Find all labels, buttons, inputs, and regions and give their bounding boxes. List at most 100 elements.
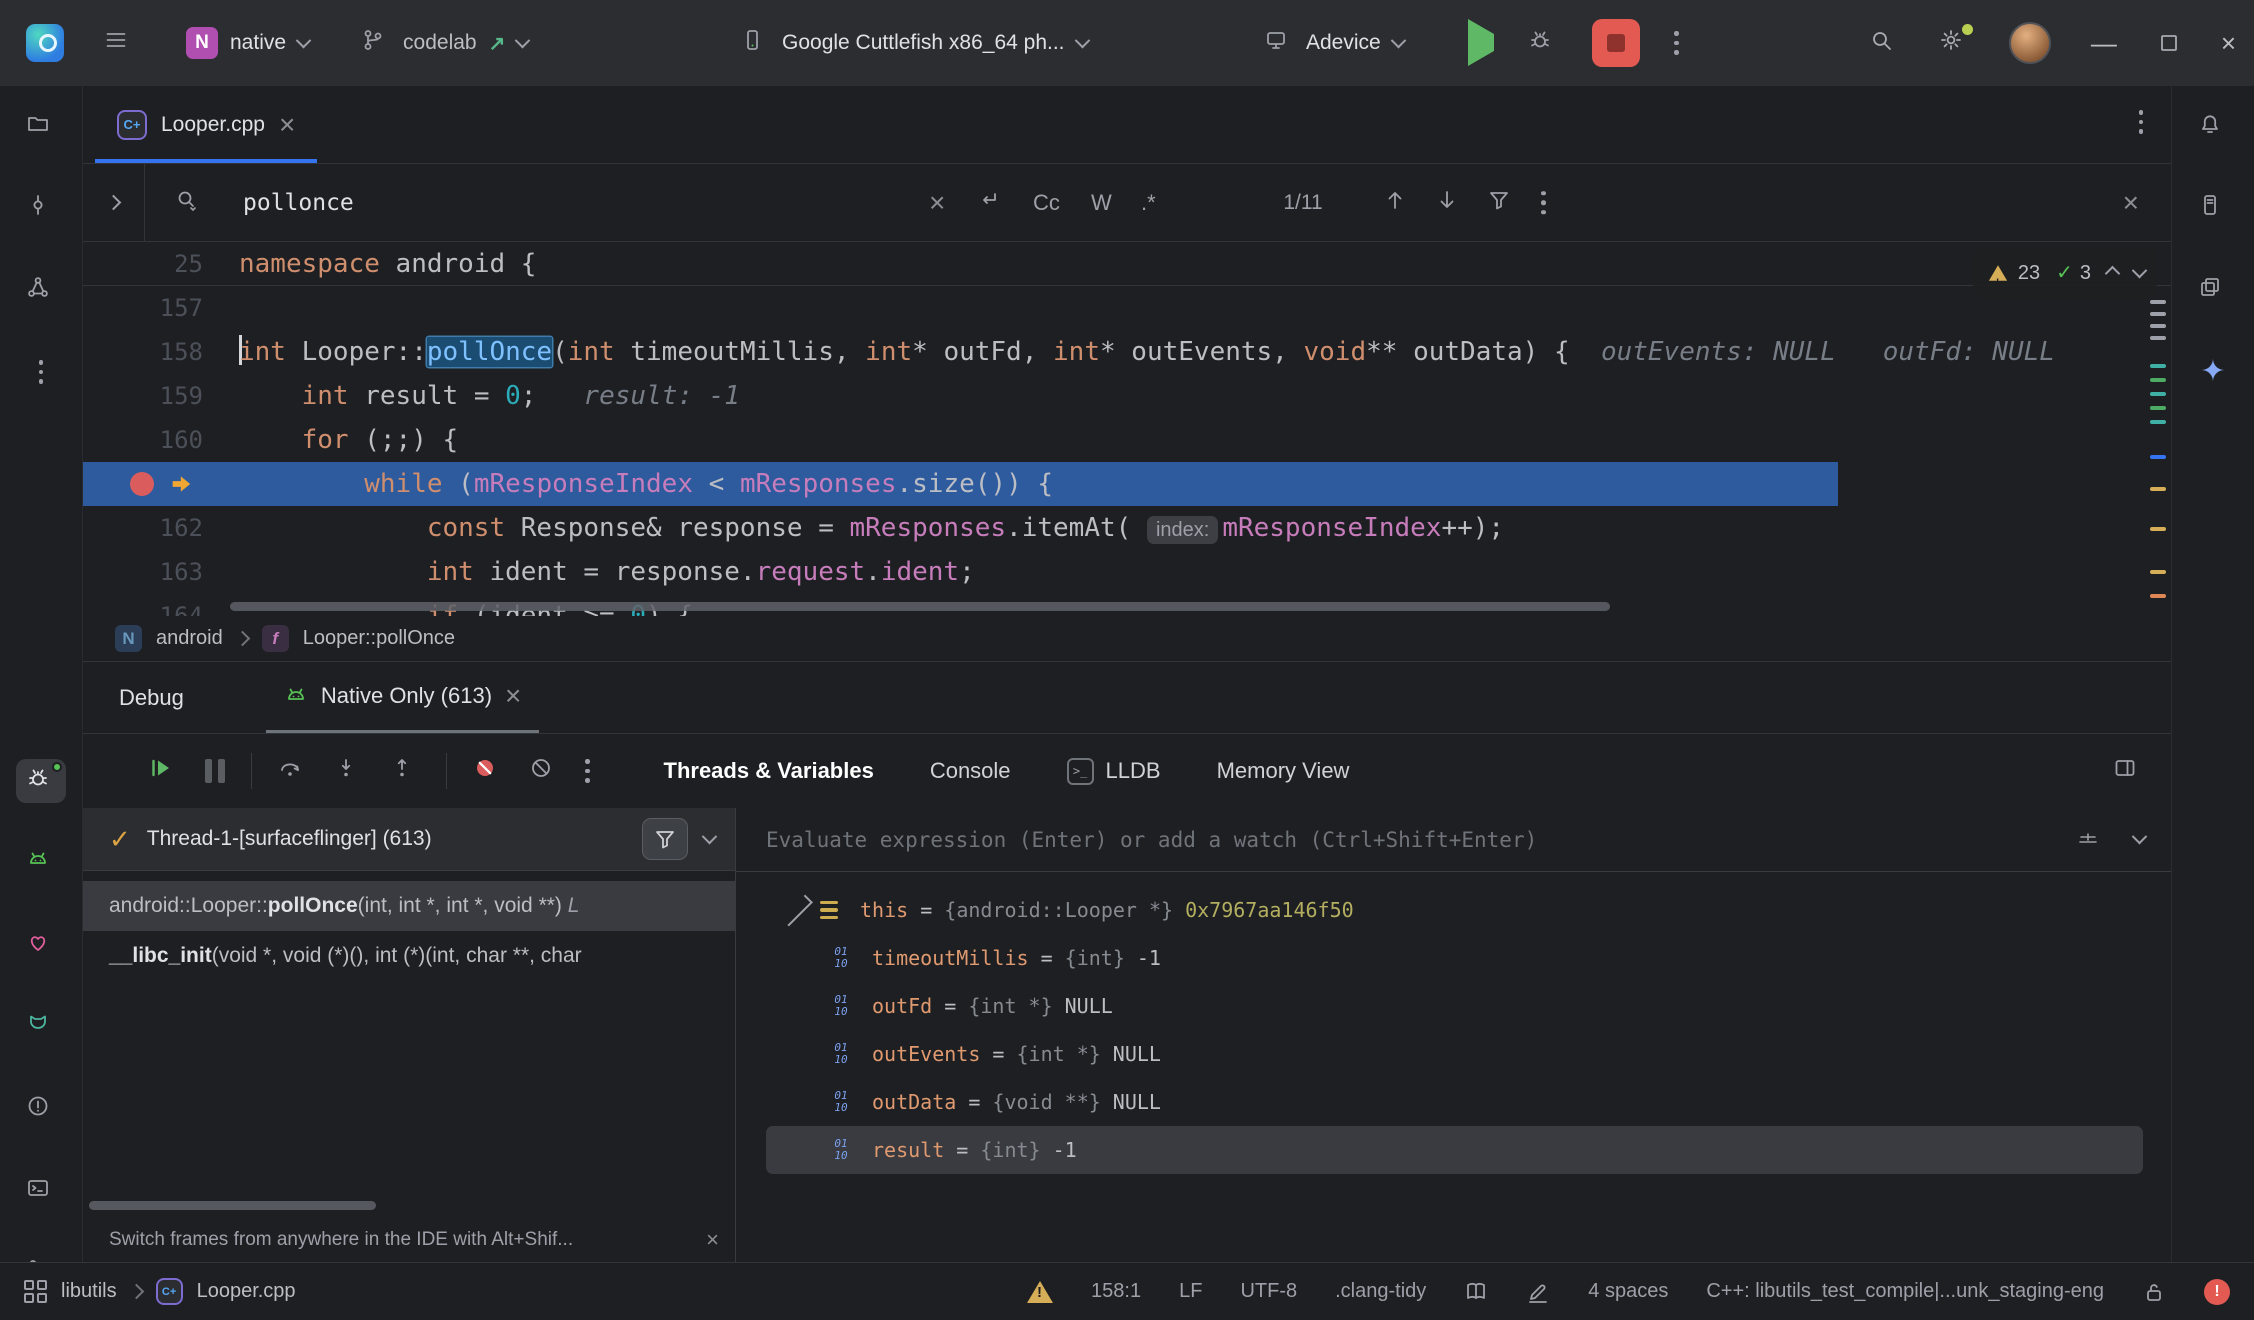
code-line[interactable]: 159 int result = 0; result: -1 bbox=[83, 374, 2171, 418]
line-number[interactable]: 157 bbox=[83, 286, 203, 330]
expand-chevron-icon[interactable] bbox=[781, 894, 813, 926]
main-menu-button[interactable] bbox=[92, 17, 146, 69]
layout-inspector-button[interactable] bbox=[2188, 268, 2238, 312]
variable-row[interactable]: 0110 timeoutMillis = {int}-1 bbox=[736, 934, 2171, 982]
code-line[interactable]: 162 const Response& response = mResponse… bbox=[83, 506, 2171, 550]
reader-mode-icon[interactable] bbox=[1464, 1280, 1488, 1304]
line-separator[interactable]: LF bbox=[1179, 1280, 1202, 1303]
search-mode-button[interactable] bbox=[175, 188, 205, 218]
lock-open-icon[interactable] bbox=[2142, 1280, 2166, 1304]
step-into-button[interactable] bbox=[334, 756, 364, 786]
next-match-button[interactable] bbox=[1435, 188, 1465, 218]
line-number[interactable]: 160 bbox=[83, 418, 203, 462]
line-number[interactable]: 158 bbox=[83, 330, 203, 374]
error-indicator-icon[interactable]: ! bbox=[2204, 1279, 2230, 1305]
tab-close-icon[interactable]: × bbox=[279, 111, 295, 139]
horizontal-scrollbar[interactable] bbox=[230, 602, 1610, 611]
step-out-button[interactable] bbox=[390, 756, 420, 786]
tab-threads-variables[interactable]: Threads & Variables bbox=[664, 758, 874, 784]
clang-tidy[interactable]: .clang-tidy bbox=[1335, 1280, 1426, 1303]
frames-horizontal-scrollbar[interactable] bbox=[89, 1201, 376, 1210]
whole-words-toggle[interactable]: W bbox=[1091, 190, 1112, 216]
previous-match-button[interactable] bbox=[1383, 188, 1413, 218]
evaluate-expression-bar[interactable]: Evaluate expression (Enter) or add a wat… bbox=[736, 808, 2171, 872]
avatar[interactable] bbox=[2009, 22, 2051, 64]
more-actions-button[interactable] bbox=[1674, 31, 1679, 55]
more-toolwindows-button[interactable] bbox=[16, 350, 66, 394]
search-more-button[interactable] bbox=[1541, 191, 1546, 215]
error-stripe[interactable] bbox=[2145, 242, 2171, 616]
tab-lldb[interactable]: >_LLDB bbox=[1067, 758, 1161, 785]
resume-button[interactable] bbox=[149, 756, 179, 786]
inspections-widget[interactable]: 23 ✓3 bbox=[1973, 247, 2157, 299]
search-expand-button[interactable] bbox=[83, 164, 145, 241]
toolchain-info[interactable]: C++: libutils_test_compile|...unk_stagin… bbox=[1706, 1280, 2104, 1303]
debug-more-button[interactable] bbox=[585, 759, 590, 783]
minimize-button[interactable]: — bbox=[2091, 28, 2117, 59]
search-close-icon[interactable]: × bbox=[2123, 189, 2139, 217]
warning-icon[interactable] bbox=[1027, 1281, 1053, 1303]
line-number[interactable]: 159 bbox=[83, 374, 203, 418]
notifications-button[interactable] bbox=[2188, 104, 2238, 148]
close-button[interactable]: × bbox=[2221, 28, 2236, 59]
stop-button[interactable] bbox=[1592, 19, 1640, 67]
execution-line[interactable]: while (mResponseIndex < mResponses.size(… bbox=[83, 462, 2171, 506]
line-number[interactable]: 25 bbox=[83, 242, 203, 285]
terminal-toolwindow-button[interactable] bbox=[16, 1169, 66, 1213]
breadcrumb-item[interactable]: android bbox=[156, 627, 223, 650]
frame-row[interactable]: __libc_init(void *, void (*)(), int (*)(… bbox=[83, 931, 735, 981]
view-breakpoints-button[interactable] bbox=[529, 756, 559, 786]
app-quality-insights-toolwindow-button[interactable] bbox=[16, 923, 66, 967]
line-number[interactable]: 163 bbox=[83, 550, 203, 594]
run-button[interactable] bbox=[1468, 34, 1494, 52]
device-selector[interactable]: Google Cuttlefish x86_64 ph... bbox=[728, 17, 1100, 69]
code-line[interactable]: 158int Looper::pollOnce(int timeoutMilli… bbox=[83, 330, 2171, 374]
tab-memory-view[interactable]: Memory View bbox=[1217, 758, 1350, 784]
caret-position[interactable]: 158:1 bbox=[1091, 1280, 1141, 1303]
frames-filter-button[interactable] bbox=[642, 818, 688, 860]
variable-row-selected[interactable]: 0110 result = {int}-1 bbox=[766, 1126, 2143, 1174]
session-close-icon[interactable]: × bbox=[505, 682, 521, 710]
code-line[interactable]: 160 for (;;) { bbox=[83, 418, 2171, 462]
device-explorer-button[interactable] bbox=[2188, 186, 2238, 230]
debug-button[interactable] bbox=[1528, 28, 1558, 58]
code-line[interactable]: 163 int ident = response.request.ident; bbox=[83, 550, 2171, 594]
run-config-selector[interactable]: Adevice bbox=[1252, 17, 1416, 69]
chevron-down-icon[interactable] bbox=[2132, 829, 2148, 845]
step-over-button[interactable] bbox=[278, 756, 308, 786]
commit-toolwindow-button[interactable] bbox=[16, 186, 66, 230]
layout-settings-button[interactable] bbox=[2113, 756, 2143, 786]
add-watch-icon[interactable] bbox=[2076, 825, 2106, 855]
tab-console[interactable]: Console bbox=[930, 758, 1011, 784]
chevron-down-icon[interactable] bbox=[702, 828, 718, 844]
gemini-button[interactable]: ✦ bbox=[2188, 350, 2238, 394]
line-number[interactable]: 164 bbox=[83, 594, 203, 616]
indent-setting[interactable]: 4 spaces bbox=[1588, 1280, 1668, 1303]
sticky-code-line[interactable]: 25namespace android { 23 ✓3 bbox=[83, 242, 2171, 286]
hint-close-icon[interactable]: × bbox=[706, 1229, 719, 1251]
structure-toolwindow-button[interactable] bbox=[16, 268, 66, 312]
settings-button[interactable] bbox=[1939, 28, 1969, 58]
status-module[interactable]: libutils bbox=[61, 1280, 117, 1303]
status-file[interactable]: Looper.cpp bbox=[197, 1280, 296, 1303]
search-query-input[interactable]: pollonce bbox=[243, 190, 354, 216]
prev-problem-icon[interactable] bbox=[2105, 265, 2121, 281]
problems-toolwindow-button[interactable] bbox=[16, 1087, 66, 1131]
vcs-branch-selector[interactable]: codelab ↗ bbox=[349, 17, 540, 69]
code-line[interactable]: 157 bbox=[83, 286, 2171, 330]
variable-row[interactable]: 0110 outData = {void **}NULL bbox=[736, 1078, 2171, 1126]
running-devices-toolwindow-button[interactable] bbox=[16, 841, 66, 885]
pause-button[interactable] bbox=[205, 759, 225, 783]
debug-toolwindow-button[interactable] bbox=[16, 759, 66, 803]
logcat-toolwindow-button[interactable] bbox=[16, 1005, 66, 1049]
mute-breakpoints-button[interactable] bbox=[473, 756, 503, 786]
maximize-button[interactable] bbox=[2157, 31, 2181, 55]
search-everywhere-button[interactable] bbox=[1869, 28, 1899, 58]
evaluate-input[interactable]: Evaluate expression (Enter) or add a wat… bbox=[766, 828, 2048, 852]
code-editor[interactable]: 25namespace android { 23 ✓3 157 158int L… bbox=[83, 242, 2171, 616]
variable-row[interactable]: 0110 outEvents = {int *}NULL bbox=[736, 1030, 2171, 1078]
frame-row[interactable]: android::Looper::pollOnce(int, int *, in… bbox=[83, 881, 735, 931]
breakpoint-icon[interactable] bbox=[130, 472, 154, 496]
debug-session-tab[interactable]: Native Only (613) × bbox=[266, 662, 540, 733]
highlighting-level-icon[interactable] bbox=[1526, 1280, 1550, 1304]
